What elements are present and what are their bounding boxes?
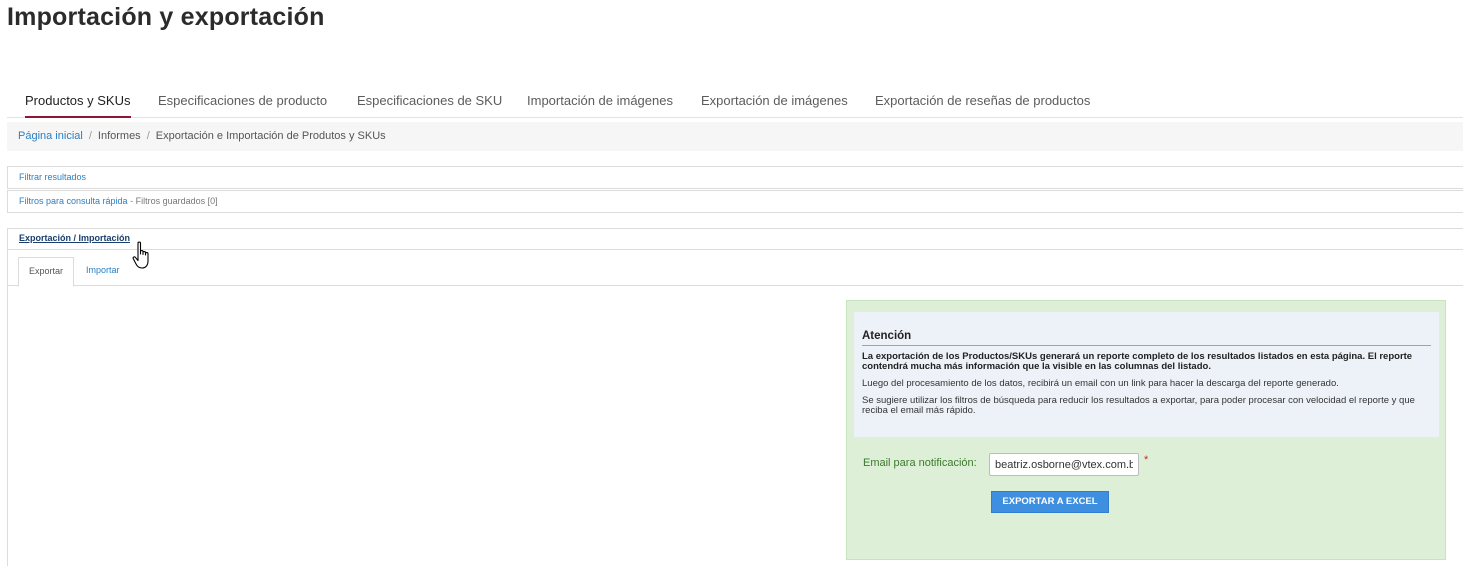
breadcrumb-reports: Informes [97, 130, 141, 142]
quick-filters-link[interactable]: Filtros para consulta rápida [19, 196, 128, 206]
email-field[interactable] [989, 453, 1139, 476]
export-import-subtabs: Exportar Importar [8, 257, 1463, 287]
filter-results-row: Filtrar resultados [7, 166, 1463, 189]
tab-especificaciones-producto[interactable]: Especificaciones de producto [158, 87, 327, 118]
tab-exportar[interactable]: Exportar [18, 257, 75, 287]
export-to-excel-button[interactable]: EXPORTAR A EXCEL [991, 491, 1109, 513]
tab-exportacion-imagenes[interactable]: Exportación de imágenes [701, 87, 848, 118]
export-form-box: Atención La exportación de los Productos… [846, 300, 1446, 560]
saved-filters-count: - Filtros guardados [0] [130, 196, 218, 206]
page-title: Importación y exportación [7, 3, 325, 31]
tab-exportacion-resenas[interactable]: Exportación de reseñas de productos [875, 87, 1090, 118]
panel-header: Exportación / Importación [8, 229, 1463, 250]
quick-filters-row: Filtros para consulta rápida - Filtros g… [7, 190, 1463, 213]
export-import-header-link[interactable]: Exportación / Importación [19, 233, 130, 243]
breadcrumb-separator: / [88, 130, 92, 142]
notice-text-2: Luego del procesamiento de los datos, re… [862, 378, 1339, 389]
attention-notice: Atención La exportación de los Productos… [854, 312, 1439, 437]
tab-importacion-imagenes[interactable]: Importación de imágenes [527, 87, 673, 118]
email-label: Email para notificación: [863, 457, 977, 469]
main-tabs: Productos y SKUs Especificaciones de pro… [7, 87, 1463, 118]
breadcrumb-separator: / [146, 130, 150, 142]
breadcrumb: Página inicial / Informes / Exportación e Im… [7, 122, 1463, 151]
tab-especificaciones-sku[interactable]: Especificaciones de SKU [357, 87, 502, 118]
email-row: Email para notificación: * [863, 453, 1433, 476]
tab-importar[interactable]: Importar [76, 257, 130, 286]
required-marker: * [1144, 454, 1149, 466]
notice-title: Atención [862, 330, 1431, 346]
breadcrumb-home-link[interactable]: Página inicial [18, 130, 83, 142]
notice-text-3: Se sugiere utilizar los filtros de búsqu… [862, 395, 1415, 416]
tab-productos-y-skus[interactable]: Productos y SKUs [25, 87, 131, 118]
notice-text-1: La exportación de los Productos/SKUs gen… [862, 351, 1413, 372]
breadcrumb-current: Exportación e Importación de Produtos y … [155, 130, 386, 142]
filter-results-link[interactable]: Filtrar resultados [19, 172, 86, 182]
